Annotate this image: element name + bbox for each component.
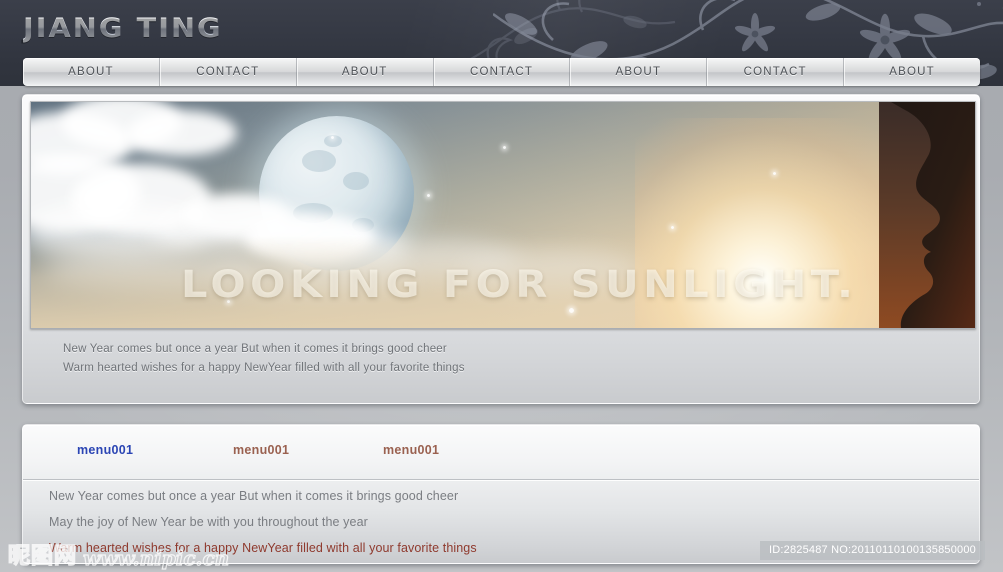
nav-item-6[interactable]: ABOUT bbox=[844, 58, 980, 86]
hero-caption-line-0: New Year comes but once a year But when … bbox=[63, 343, 447, 355]
hero-caption-line-1: Warm hearted wishes for a happy NewYear … bbox=[63, 362, 465, 374]
content-paragraph-0: New Year comes but once a year But when … bbox=[49, 489, 459, 503]
nav-item-1[interactable]: CONTACT bbox=[160, 58, 297, 86]
menu-link-1[interactable]: menu001 bbox=[233, 443, 289, 457]
nav-item-5[interactable]: CONTACT bbox=[707, 58, 845, 86]
image-id-badge: ID:2825487 NO:20110110100135850000 bbox=[759, 541, 985, 560]
nav-item-3[interactable]: CONTACT bbox=[434, 58, 571, 86]
nav-item-2[interactable]: ABOUT bbox=[297, 58, 434, 86]
hero-headline: LOOKING FOR SUNLIGHT. bbox=[181, 263, 858, 306]
menu-link-0[interactable]: menu001 bbox=[77, 443, 133, 457]
hero-panel: LOOKING FOR SUNLIGHT. New Year comes but… bbox=[22, 94, 980, 404]
face-silhouette-icon bbox=[879, 102, 975, 328]
main-navigation: ABOUT CONTACT ABOUT CONTACT ABOUT CONTAC… bbox=[23, 58, 980, 86]
site-logo[interactable]: JIANG TING bbox=[23, 13, 223, 44]
nav-item-4[interactable]: ABOUT bbox=[570, 58, 708, 86]
hero-caption: New Year comes but once a year But when … bbox=[63, 343, 959, 381]
content-paragraph-1: May the joy of New Year be with you thro… bbox=[49, 515, 368, 529]
nav-item-0[interactable]: ABOUT bbox=[23, 58, 160, 86]
content-menu-row: menu001 menu001 menu001 bbox=[23, 425, 979, 480]
hero-banner-image[interactable]: LOOKING FOR SUNLIGHT. bbox=[30, 101, 976, 329]
menu-link-2[interactable]: menu001 bbox=[383, 443, 439, 457]
